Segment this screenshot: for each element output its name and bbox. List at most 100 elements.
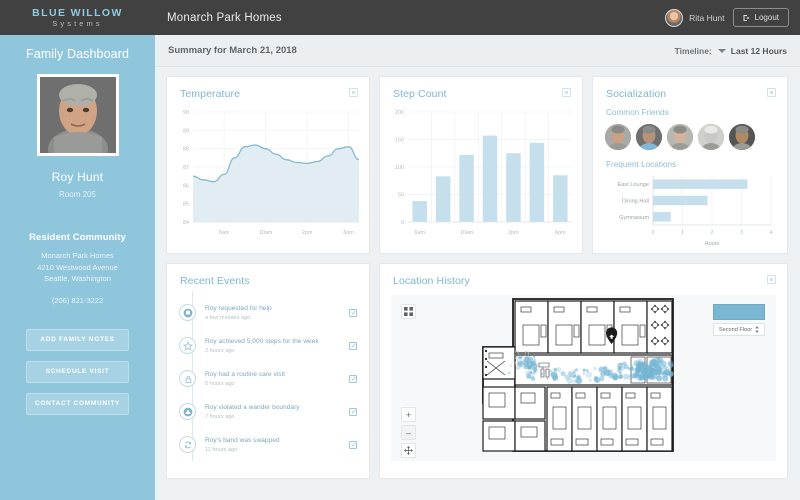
care-hand-icon bbox=[179, 370, 196, 387]
floor-select-value: Second Floor bbox=[718, 326, 753, 333]
location-history-card-title: Location History bbox=[393, 275, 470, 287]
community-phone: (206) 821-3222 bbox=[51, 295, 104, 305]
event-text: Roy requested for help a few minutes ago bbox=[205, 304, 272, 321]
event-row[interactable]: Roy violated a wander boundary 7 hours ag… bbox=[167, 395, 369, 428]
svg-text:0: 0 bbox=[652, 230, 655, 236]
logout-icon bbox=[743, 14, 749, 21]
step-count-chart: 0 50 100 150 200 6am 10am 2pm 6pm bbox=[380, 100, 582, 242]
frequent-locations-chart: 0 1 2 3 4 East Lounge Dining Hall Gymnasium Hour… bbox=[593, 169, 787, 247]
temperature-card-title: Temperature bbox=[180, 88, 241, 100]
fullscreen-icon bbox=[404, 307, 413, 316]
event-title: Roy achieved 5,000 steps for the week bbox=[205, 338, 319, 345]
user-name: Rita Hunt bbox=[689, 12, 725, 23]
floor-select[interactable]: Second Floor bbox=[713, 323, 765, 336]
event-row[interactable]: Roy requested for help a few minutes ago bbox=[167, 296, 369, 329]
floor-selector-group: Second Floor bbox=[713, 304, 765, 336]
friend-avatar[interactable] bbox=[729, 124, 755, 150]
event-title: Roy had a routine care visit bbox=[205, 371, 285, 378]
svg-text:2: 2 bbox=[711, 230, 714, 236]
event-time: 7 hours ago bbox=[205, 414, 235, 420]
event-dismiss-checkbox[interactable] bbox=[349, 440, 357, 449]
svg-text:100: 100 bbox=[395, 165, 404, 171]
event-row[interactable]: Roy had a routine care visit 5 hours ago bbox=[167, 362, 369, 395]
friend-avatar[interactable] bbox=[667, 124, 693, 150]
floor-plan-map[interactable]: E-003E-002 + – bbox=[391, 295, 776, 461]
community-heading: Resident Community bbox=[29, 232, 126, 243]
expand-icon[interactable] bbox=[767, 88, 776, 97]
resident-name: Roy Hunt bbox=[51, 170, 104, 184]
svg-text:10am: 10am bbox=[259, 230, 273, 236]
friend-avatar[interactable] bbox=[636, 124, 662, 150]
event-text: Roy achieved 5,000 steps for the week 2 h… bbox=[205, 337, 319, 354]
svg-text:Gymnasium: Gymnasium bbox=[619, 215, 649, 221]
zoom-in-button[interactable]: + bbox=[401, 407, 416, 422]
top-bar-right: Rita Hunt Logout bbox=[665, 8, 800, 27]
timeline-select[interactable]: Last 12 Hours bbox=[717, 45, 787, 56]
common-friends-list bbox=[593, 117, 787, 150]
socialization-card-title: Socialization bbox=[606, 88, 667, 100]
user-menu[interactable]: Rita Hunt bbox=[665, 8, 725, 27]
star-icon bbox=[179, 337, 196, 354]
add-family-notes-button[interactable]: ADD FAMILY NOTES bbox=[26, 328, 129, 351]
svg-text:4: 4 bbox=[770, 230, 773, 236]
timeline-label: Timeline: bbox=[674, 45, 712, 56]
event-dismiss-checkbox[interactable] bbox=[349, 341, 357, 350]
top-bar: BLUE WILLOW Systems Monarch Park Homes R… bbox=[0, 0, 800, 35]
stepper-icon bbox=[755, 326, 760, 333]
svg-text:3: 3 bbox=[740, 230, 743, 236]
event-time: a few minutes ago bbox=[205, 315, 251, 321]
event-row[interactable]: Roy's band was swapped 11 hours ago bbox=[167, 428, 369, 461]
event-title: Roy requested for help bbox=[205, 305, 272, 312]
pan-icon bbox=[404, 446, 413, 455]
frequent-locations-label: Frequent Locations bbox=[606, 160, 677, 169]
svg-text:6pm: 6pm bbox=[343, 230, 354, 236]
timeline-control: Timeline: Last 12 Hours bbox=[675, 46, 787, 56]
svg-text:2pm: 2pm bbox=[508, 230, 519, 236]
alert-bell-icon bbox=[179, 304, 196, 321]
card-grid: Temperature 84 85 86 87 88 89 90 6am 10am 2pm 6pm … bbox=[155, 67, 800, 488]
main-content: Summary for March 21, 2018 Timeline: Las… bbox=[155, 35, 800, 500]
floor-thumbnail[interactable] bbox=[713, 304, 765, 320]
event-time: 5 hours ago bbox=[205, 381, 235, 387]
schedule-visit-button[interactable]: SCHEDULE VISIT bbox=[26, 360, 129, 383]
event-dismiss-checkbox[interactable] bbox=[349, 407, 357, 416]
svg-text:84: 84 bbox=[183, 220, 189, 226]
boundary-alert-icon bbox=[179, 403, 196, 420]
community-address-line-2: 4210 Westwood Avenue bbox=[37, 262, 118, 272]
avatar bbox=[665, 8, 684, 27]
event-dismiss-checkbox[interactable] bbox=[349, 308, 357, 317]
svg-text:200: 200 bbox=[395, 110, 404, 116]
summary-title: Summary for March 21, 2018 bbox=[168, 45, 297, 56]
sidebar-title: Family Dashboard bbox=[25, 47, 130, 61]
timeline-value: Last 12 Hours bbox=[730, 45, 787, 56]
svg-text:6pm: 6pm bbox=[555, 230, 566, 236]
svg-text:2pm: 2pm bbox=[302, 230, 313, 236]
zoom-out-button[interactable]: – bbox=[401, 425, 416, 440]
expand-icon[interactable] bbox=[562, 88, 571, 97]
expand-icon[interactable] bbox=[767, 275, 776, 284]
friend-avatar[interactable] bbox=[605, 124, 631, 150]
svg-text:Dining Hall: Dining Hall bbox=[622, 199, 649, 205]
svg-text:1: 1 bbox=[681, 230, 684, 236]
common-friends-label: Common Friends bbox=[606, 108, 669, 117]
contact-community-button[interactable]: CONTACT COMMUNITY bbox=[26, 392, 129, 415]
pan-button[interactable] bbox=[401, 443, 416, 458]
resident-room: Room 205 bbox=[59, 190, 96, 199]
event-dismiss-checkbox[interactable] bbox=[349, 374, 357, 383]
friend-avatar[interactable] bbox=[698, 124, 724, 150]
svg-text:150: 150 bbox=[395, 138, 404, 144]
svg-text:87: 87 bbox=[183, 165, 189, 171]
event-title: Roy violated a wander boundary bbox=[205, 404, 300, 411]
logout-button[interactable]: Logout bbox=[732, 8, 789, 27]
chevron-down-icon bbox=[717, 48, 726, 53]
expand-icon[interactable] bbox=[349, 88, 358, 97]
step-count-card: Step Count 0 50 100 150 200 6am 10am 2pm 6pm bbox=[379, 76, 583, 254]
fullscreen-button[interactable] bbox=[401, 304, 416, 319]
event-row[interactable]: Roy achieved 5,000 steps for the week 2 h… bbox=[167, 329, 369, 362]
svg-text:90: 90 bbox=[183, 110, 189, 116]
temperature-card: Temperature 84 85 86 87 88 89 90 6am 10am 2pm 6pm bbox=[166, 76, 370, 254]
app-logo[interactable]: BLUE WILLOW Systems bbox=[0, 7, 155, 28]
community-address-line-3: Seattle, Washington bbox=[44, 274, 111, 283]
dashboard-root: BLUE WILLOW Systems Monarch Park Homes R… bbox=[0, 0, 800, 500]
event-time: 11 hours ago bbox=[205, 447, 238, 453]
